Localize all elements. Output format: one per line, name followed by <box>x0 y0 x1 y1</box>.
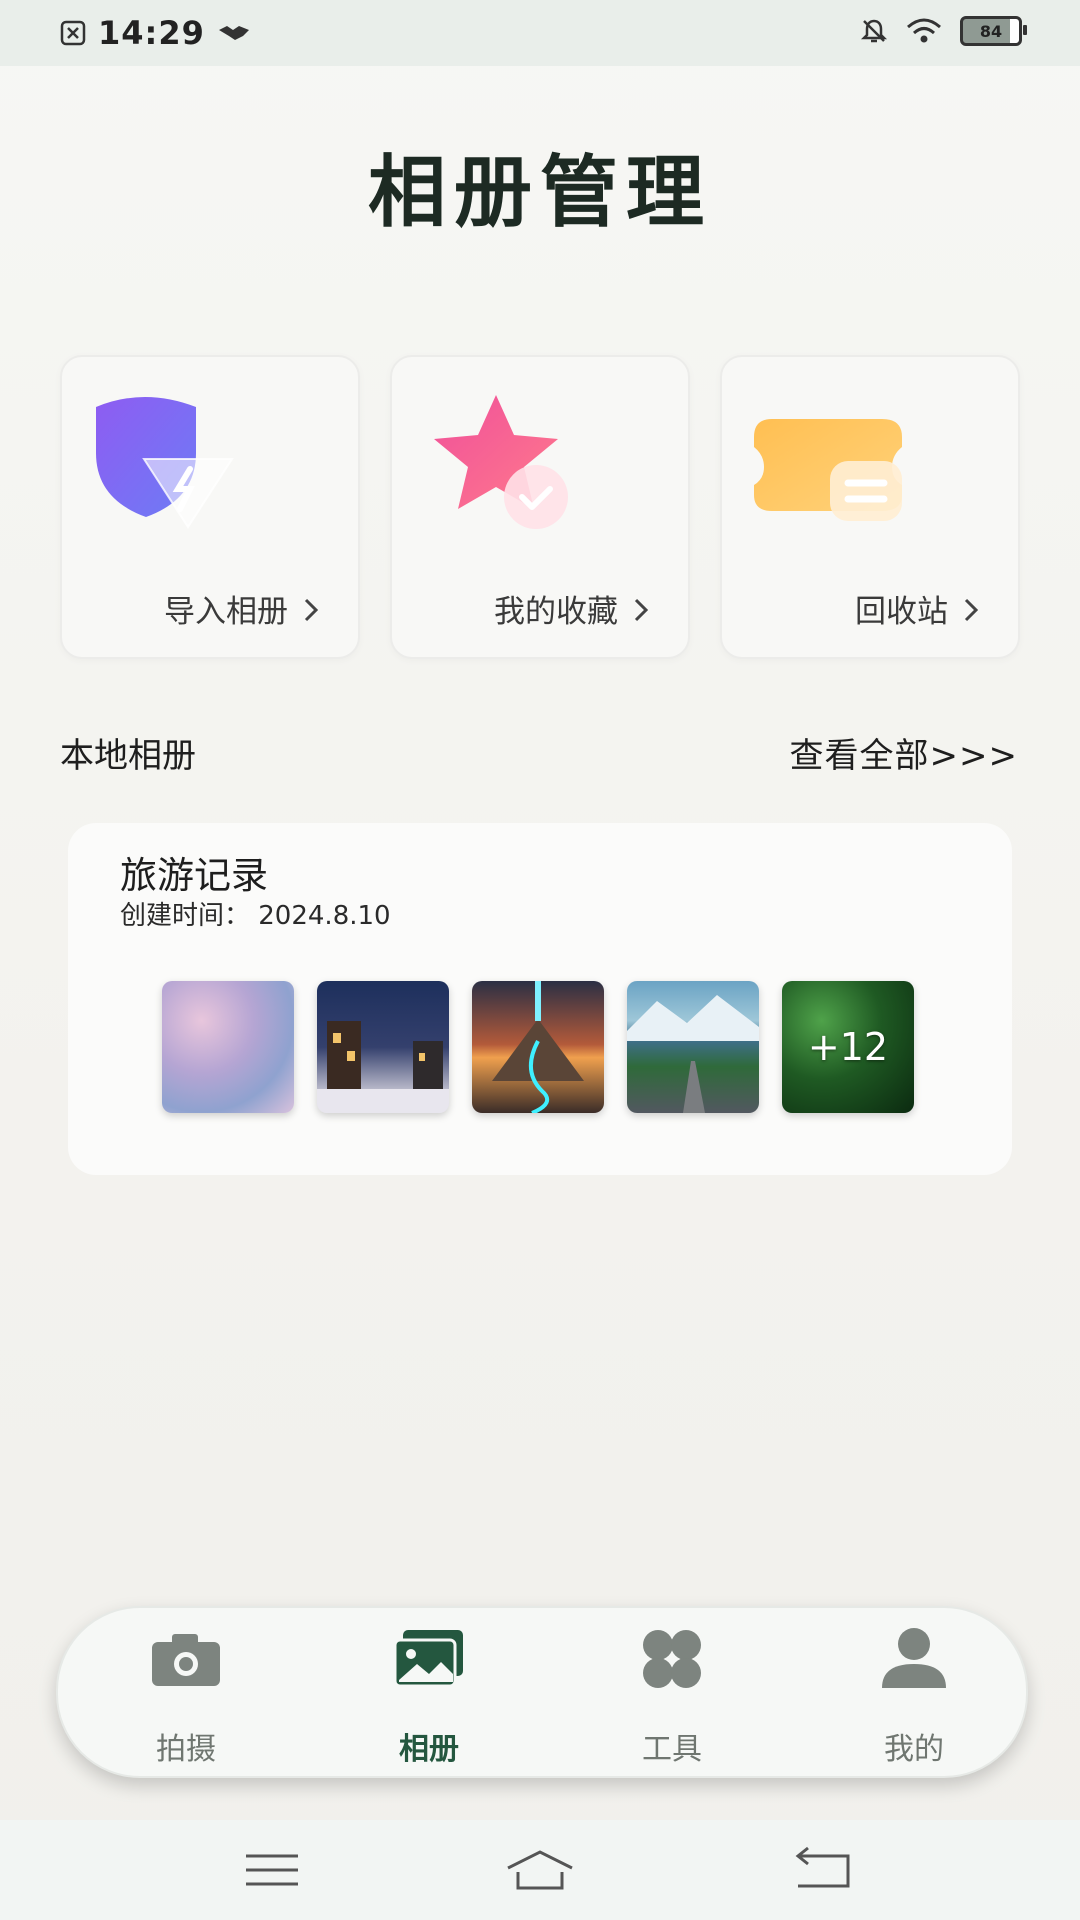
import-album-label: 导入相册 <box>164 586 326 631</box>
chevron-right-icon <box>634 598 649 621</box>
notification-x-icon <box>60 20 86 46</box>
tab-label: 工具 <box>642 1732 702 1767</box>
tab-album[interactable]: 相册 <box>339 1608 519 1776</box>
system-nav-bar <box>0 1820 1080 1920</box>
album-thumbnail[interactable]: +12 <box>782 981 914 1113</box>
back-icon[interactable] <box>784 1842 864 1898</box>
status-bar-left: 14:29 <box>60 14 251 52</box>
my-favorites-text: 我的收藏 <box>494 594 618 630</box>
battery-icon: 84 <box>960 16 1027 46</box>
import-album-card[interactable]: 导入相册 <box>60 355 360 659</box>
recycle-bin-card[interactable]: 回收站 <box>720 355 1020 659</box>
import-album-text: 导入相册 <box>164 594 288 630</box>
album-name: 旅游记录 <box>120 854 268 897</box>
status-bar: 14:29 84 <box>0 0 1080 66</box>
recycle-bin-text: 回收站 <box>855 594 948 630</box>
home-icon[interactable] <box>500 1842 580 1898</box>
album-thumbnail[interactable] <box>472 981 604 1113</box>
view-all-link[interactable]: 查看全部>>> <box>790 728 1018 777</box>
camera-icon <box>152 1634 220 1686</box>
album-created-date: 创建时间： 2024.8.10 <box>120 901 391 931</box>
tab-label: 拍摄 <box>156 1732 216 1767</box>
shield-lightning-icon <box>96 397 234 529</box>
chevron-right-icon <box>964 598 979 621</box>
album-thumbnail[interactable] <box>627 981 759 1113</box>
pyramid-light-art <box>492 981 584 1113</box>
album-thumbnails: +12 <box>162 981 914 1113</box>
person-icon <box>882 1628 946 1688</box>
page-title: 相册管理 <box>367 148 712 238</box>
mountain-road-art <box>627 995 759 1113</box>
battery-level: 84 <box>979 21 1003 41</box>
album-thumbnail[interactable] <box>317 981 449 1113</box>
snow-village-art <box>317 1021 449 1113</box>
local-albums-header: 本地相册 查看全部>>> <box>60 728 1018 777</box>
ticket-trash-icon <box>754 419 902 521</box>
photo-album-icon <box>393 1630 463 1688</box>
bell-off-icon <box>860 19 888 43</box>
menu-icon[interactable] <box>232 1842 312 1898</box>
tab-label: 相册 <box>399 1732 459 1767</box>
tab-tools[interactable]: 工具 <box>582 1608 762 1776</box>
chevron-right-icon <box>304 598 319 621</box>
recycle-bin-label: 回收站 <box>855 586 986 631</box>
my-favorites-label: 我的收藏 <box>494 586 656 631</box>
my-favorites-card[interactable]: 我的收藏 <box>390 355 690 659</box>
status-time: 14:29 <box>98 14 205 52</box>
bottom-tab-bar: 拍摄 相册 工具 我的 <box>56 1606 1028 1778</box>
status-bar-right: 84 <box>860 16 1027 46</box>
album-card[interactable]: 旅游记录 创建时间： 2024.8.10 +12 <box>68 823 1012 1175</box>
album-thumbnail[interactable] <box>162 981 294 1113</box>
grid-tools-icon <box>643 1630 701 1688</box>
section-title: 本地相册 <box>60 736 196 776</box>
tab-shoot[interactable]: 拍摄 <box>96 1608 276 1776</box>
wifi-icon <box>907 18 941 43</box>
tab-label: 我的 <box>884 1732 944 1767</box>
tab-mine[interactable]: 我的 <box>824 1608 1004 1776</box>
more-photos-count: +12 <box>807 1025 889 1069</box>
handshake-icon <box>218 26 249 40</box>
star-check-icon <box>434 395 568 529</box>
